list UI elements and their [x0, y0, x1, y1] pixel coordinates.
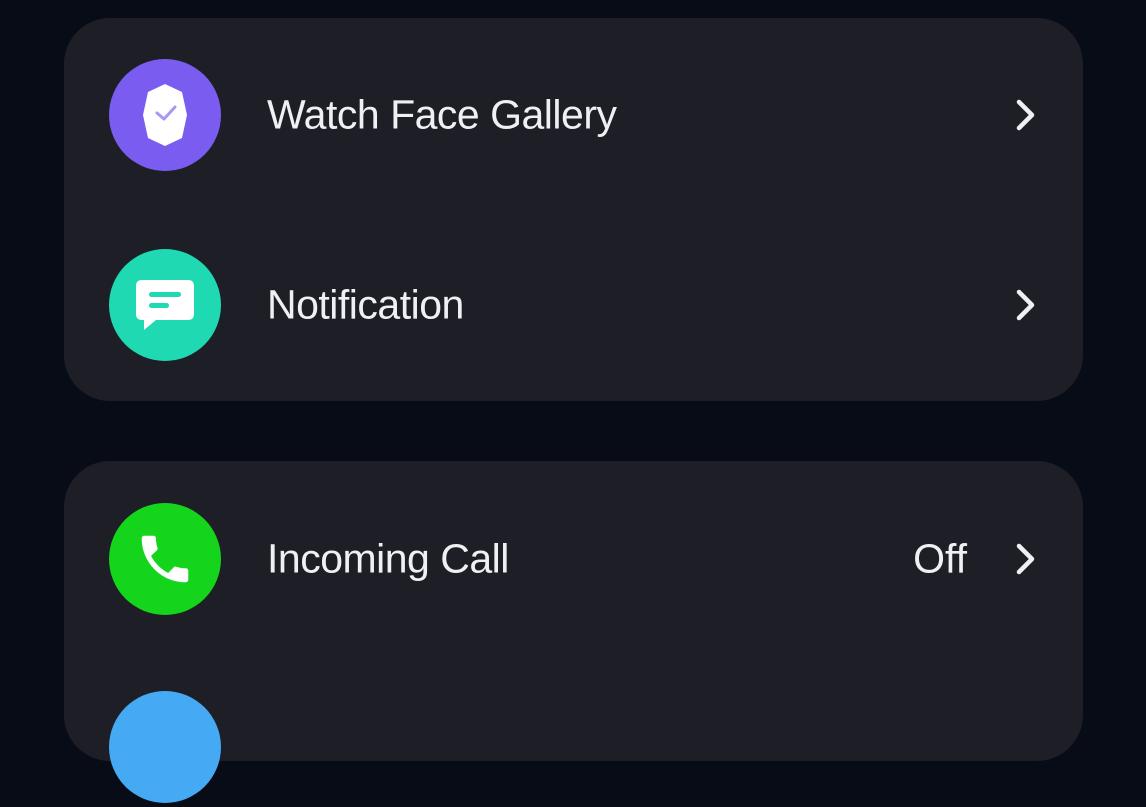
chevron-right-icon	[1013, 541, 1039, 577]
watch-face-gallery-row[interactable]: Watch Face Gallery	[64, 55, 1083, 175]
phone-icon	[109, 503, 221, 615]
message-icon	[109, 249, 221, 361]
notification-label: Notification	[267, 281, 464, 328]
chevron-right-icon	[1013, 287, 1039, 323]
watch-icon	[109, 59, 221, 171]
circle-icon	[109, 691, 221, 803]
watch-face-gallery-label: Watch Face Gallery	[267, 91, 617, 138]
notification-row[interactable]: Notification	[64, 245, 1083, 365]
incoming-call-label: Incoming Call	[267, 535, 509, 582]
chevron-right-icon	[1013, 97, 1039, 133]
settings-card-2: Incoming Call Off	[64, 461, 1083, 803]
incoming-call-row[interactable]: Incoming Call Off	[64, 499, 1083, 619]
settings-card-1: Watch Face Gallery Notification	[64, 18, 1083, 401]
incoming-call-status: Off	[913, 535, 967, 582]
partial-settings-row[interactable]	[64, 687, 1083, 807]
